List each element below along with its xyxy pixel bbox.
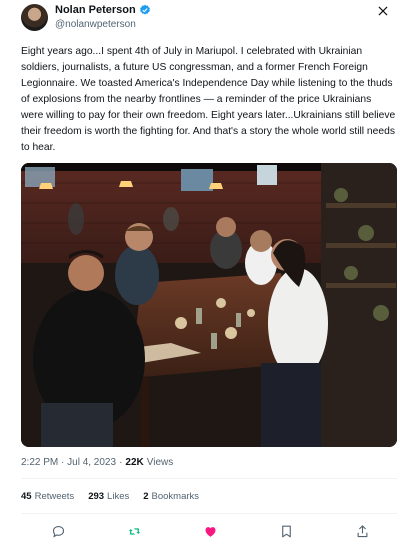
engagement-stats: 45 Retweets 293 Likes 2 Bookmarks bbox=[21, 491, 199, 502]
tweet-meta: 2:22 PM · Jul 4, 2023 · 22K Views bbox=[21, 457, 173, 468]
tweet-header: Nolan Peterson @nolanwpeterson bbox=[0, 0, 406, 40]
close-icon[interactable] bbox=[376, 4, 390, 18]
bookmark-icon[interactable] bbox=[279, 524, 294, 539]
restaurant-photo bbox=[21, 163, 397, 447]
reply-icon[interactable] bbox=[51, 524, 66, 539]
tweet-text: Eight years ago...I spent 4th of July in… bbox=[21, 46, 396, 153]
views-count: 22K bbox=[125, 457, 144, 468]
heart-icon[interactable] bbox=[203, 524, 218, 539]
author-name-row: Nolan Peterson bbox=[55, 4, 151, 16]
bookmarks-label: Bookmarks bbox=[151, 491, 200, 502]
divider bbox=[21, 513, 397, 514]
bookmarks-count: 2 bbox=[143, 491, 149, 502]
tweet-photo[interactable] bbox=[21, 163, 397, 447]
retweets-label: Retweets bbox=[34, 491, 75, 502]
likes-stat[interactable]: 293 Likes bbox=[88, 491, 129, 502]
likes-count: 293 bbox=[88, 491, 105, 502]
avatar[interactable] bbox=[21, 4, 48, 31]
tweet-timestamp[interactable]: 2:22 PM · Jul 4, 2023 bbox=[21, 457, 116, 468]
likes-label: Likes bbox=[107, 491, 130, 502]
meta-separator: · bbox=[119, 457, 123, 468]
share-icon[interactable] bbox=[355, 524, 370, 539]
retweets-stat[interactable]: 45 Retweets bbox=[21, 491, 74, 502]
retweets-count: 45 bbox=[21, 491, 32, 502]
divider bbox=[21, 478, 397, 479]
verified-badge-icon bbox=[139, 4, 150, 15]
author-name[interactable]: Nolan Peterson bbox=[55, 4, 136, 16]
retweet-icon[interactable] bbox=[127, 524, 142, 539]
views-label: Views bbox=[146, 457, 174, 468]
bookmarks-stat[interactable]: 2 Bookmarks bbox=[143, 491, 199, 502]
author-handle[interactable]: @nolanwpeterson bbox=[55, 19, 136, 30]
tweet-actions bbox=[21, 524, 397, 542]
